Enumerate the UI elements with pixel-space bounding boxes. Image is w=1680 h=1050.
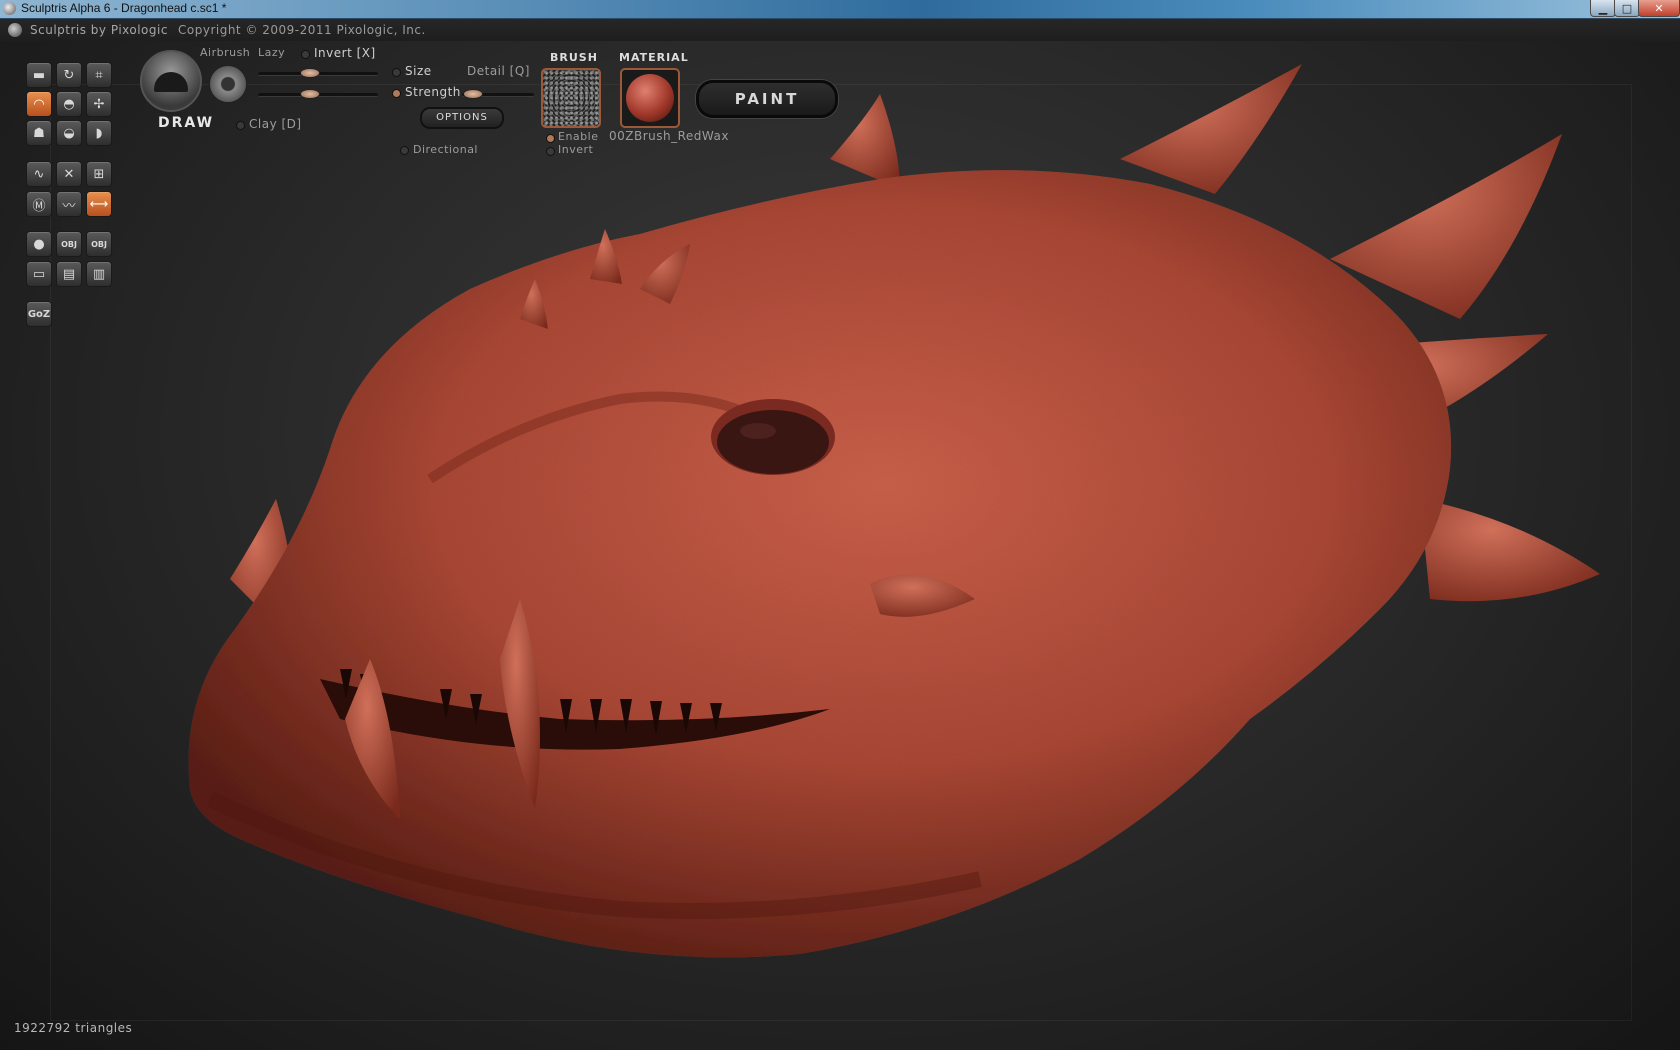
tool-open-icon[interactable]: ▥	[86, 261, 112, 287]
strength-radio[interactable]	[392, 89, 401, 98]
paint-button[interactable]: PAINT	[696, 80, 838, 118]
strength-slider-knob[interactable]	[300, 89, 320, 99]
window-title: Sculptris Alpha 6 - Dragonhead c.sc1 *	[21, 1, 227, 15]
tool-draw-icon[interactable]: ◠	[26, 91, 52, 117]
tool-symmetry-icon[interactable]: Ⓜ	[26, 191, 52, 217]
tool-pinch-icon[interactable]: ✢	[86, 91, 112, 117]
tool-wireframe-icon[interactable]: ✕	[56, 161, 82, 187]
size-radio[interactable]	[392, 68, 401, 77]
tool-sphere-icon[interactable]: ●	[26, 231, 52, 257]
tool-rotate-icon[interactable]: ↻	[56, 62, 82, 88]
tool-grid-icon[interactable]: ⊞	[86, 161, 112, 187]
window-titlebar: Sculptris Alpha 6 - Dragonhead c.sc1 * ▁…	[0, 0, 1680, 19]
detail-label[interactable]: Detail [Q]	[467, 64, 530, 78]
invert-label[interactable]: Invert [X]	[314, 46, 376, 60]
goz-button[interactable]: GoZ	[26, 301, 52, 327]
invert-radio[interactable]	[301, 50, 310, 59]
tool-smooth-icon[interactable]: ◒	[56, 120, 82, 146]
options-button[interactable]: OPTIONS	[420, 107, 504, 129]
detail-slider-knob[interactable]	[463, 89, 483, 99]
brush-enable-label[interactable]: Enable	[558, 130, 598, 143]
material-ball-icon	[626, 74, 674, 122]
brush-texture-swatch[interactable]	[541, 68, 601, 128]
strength-label: Strength	[405, 85, 461, 99]
copyright-label: Copyright © 2009-2011 Pixologic, Inc.	[178, 23, 426, 37]
eye	[717, 410, 829, 474]
clay-label[interactable]: Clay [D]	[249, 117, 302, 131]
brush-invert-radio[interactable]	[546, 147, 555, 156]
tool-wave-icon[interactable]: 〰	[56, 191, 82, 217]
app-by-label: Sculptris by Pixologic	[30, 23, 168, 37]
material-header: MATERIAL	[619, 51, 689, 64]
app-header: Sculptris by Pixologic Copyright © 2009-…	[0, 19, 1680, 41]
triangle-count: 1922792 triangles	[14, 1021, 133, 1035]
tool-flatten-icon[interactable]: ▬	[26, 62, 52, 88]
head-mesh	[188, 170, 1452, 958]
close-button[interactable]: ✕	[1638, 0, 1680, 17]
tool-mirror-icon[interactable]: ⟷	[86, 191, 112, 217]
directional-radio[interactable]	[400, 146, 409, 155]
tool-mask-icon[interactable]: ◗	[86, 120, 112, 146]
sculptris-app-icon	[3, 2, 16, 15]
brush-falloff-icon[interactable]	[209, 65, 247, 103]
brush-preview-icon[interactable]	[140, 50, 202, 112]
size-label: Size	[405, 64, 432, 78]
horn-back-lower	[1420, 499, 1600, 602]
brush-name: DRAW	[158, 115, 215, 131]
minimize-button[interactable]: ▁	[1590, 0, 1616, 17]
sculpt-viewport[interactable]	[0, 19, 1680, 1050]
lazy-toggle[interactable]: Lazy	[258, 46, 285, 59]
brush-header: BRUSH	[550, 51, 598, 64]
airbrush-toggle[interactable]: Airbrush	[200, 46, 250, 59]
material-swatch[interactable]	[620, 68, 680, 128]
import-obj-button[interactable]: OBJ	[56, 231, 82, 257]
tool-save-icon[interactable]: ▤	[56, 261, 82, 287]
directional-label[interactable]: Directional	[413, 143, 478, 156]
brush-enable-radio[interactable]	[546, 134, 555, 143]
size-slider-knob[interactable]	[300, 68, 320, 78]
dragon-head-model[interactable]	[0, 19, 1680, 1050]
clay-radio[interactable]	[236, 121, 245, 130]
horn-top	[1120, 64, 1302, 194]
brush-invert-label[interactable]: Invert	[558, 143, 593, 156]
material-name: 00ZBrush_RedWax	[609, 129, 729, 143]
horn-small	[830, 94, 900, 189]
sculptris-logo-icon	[8, 23, 22, 37]
tool-inflate-icon[interactable]: ◓	[56, 91, 82, 117]
tool-crop-icon[interactable]: ⌗	[86, 62, 112, 88]
tool-reduce-icon[interactable]: ∿	[26, 161, 52, 187]
export-obj-button[interactable]: OBJ	[86, 231, 112, 257]
tool-plane-icon[interactable]: ▭	[26, 261, 52, 287]
maximize-button[interactable]: □	[1614, 0, 1640, 17]
tool-grab-icon[interactable]: ☗	[26, 120, 52, 146]
